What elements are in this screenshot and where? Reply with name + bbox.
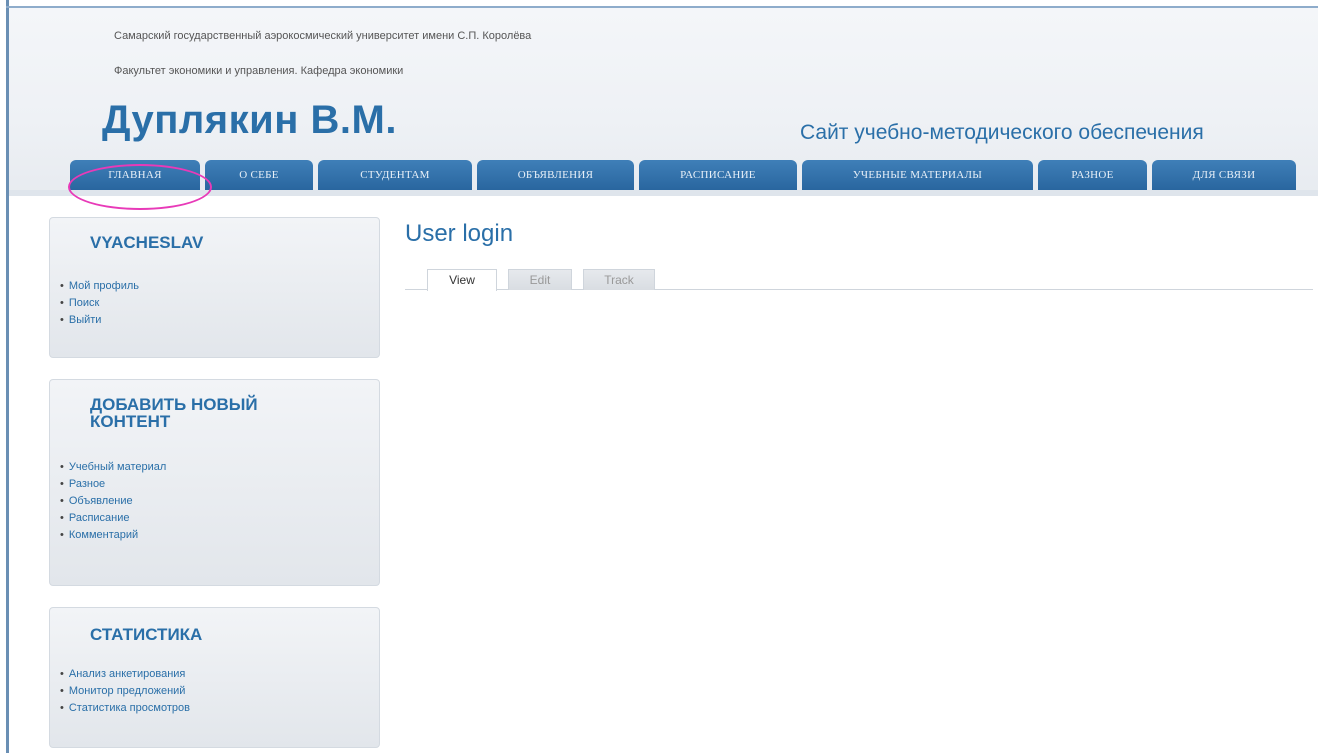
site-slogan: Сайт учебно-методического обеспечения [800, 121, 1204, 144]
add-content-block: ДОБАВИТЬ НОВЫЙ КОНТЕНТ Учебный материал … [49, 379, 380, 586]
site-name-link[interactable]: Дуплякин В.М. [102, 98, 397, 143]
user-block-title: VYACHESLAV [90, 233, 204, 252]
link-suggestions-monitor[interactable]: Монитор предложений [60, 683, 190, 700]
link-my-profile[interactable]: Мой профиль [60, 278, 139, 295]
statistics-block: СТАТИСТИКА Анализ анкетирования Монитор … [49, 607, 380, 748]
link-view-statistics[interactable]: Статистика просмотров [60, 700, 190, 717]
link-search[interactable]: Поиск [60, 295, 139, 312]
link-add-announcement[interactable]: Объявление [60, 493, 166, 510]
link-add-schedule[interactable]: Расписание [60, 510, 166, 527]
nav-item-about[interactable]: О СЕБЕ [205, 160, 313, 190]
statistics-block-links: Анализ анкетирования Монитор предложений… [60, 666, 190, 717]
link-logout[interactable]: Выйти [60, 312, 139, 329]
statistics-block-title: СТАТИСТИКА [90, 625, 203, 644]
nav-item-materials[interactable]: УЧЕБНЫЕ МАТЕРИАЛЫ [802, 160, 1033, 190]
nav-highlight-ellipse [68, 164, 212, 210]
link-add-comment[interactable]: Комментарий [60, 527, 166, 544]
nav-item-misc[interactable]: РАЗНОЕ [1038, 160, 1147, 190]
university-name: Самарский государственный аэрокосмически… [114, 30, 532, 42]
nav-item-schedule[interactable]: РАСПИСАНИЕ [639, 160, 797, 190]
user-block: VYACHESLAV Мой профиль Поиск Выйти [49, 217, 380, 358]
nav-item-students[interactable]: СТУДЕНТАМ [318, 160, 472, 190]
faculty-name: Факультет экономики и управления. Кафедр… [114, 65, 404, 77]
add-content-block-links: Учебный материал Разное Объявление Распи… [60, 459, 166, 544]
user-block-links: Мой профиль Поиск Выйти [60, 278, 139, 329]
tab-track[interactable]: Track [583, 269, 655, 290]
link-add-material[interactable]: Учебный материал [60, 459, 166, 476]
link-add-misc[interactable]: Разное [60, 476, 166, 493]
tab-view[interactable]: View [427, 269, 497, 291]
nav-item-announcements[interactable]: ОБЪЯВЛЕНИЯ [477, 160, 634, 190]
nav-item-contact[interactable]: ДЛЯ СВЯЗИ [1152, 160, 1296, 190]
tab-edit[interactable]: Edit [508, 269, 572, 290]
link-survey-analysis[interactable]: Анализ анкетирования [60, 666, 190, 683]
page-title: User login [405, 220, 514, 247]
add-content-block-title: ДОБАВИТЬ НОВЫЙ КОНТЕНТ [90, 395, 258, 431]
